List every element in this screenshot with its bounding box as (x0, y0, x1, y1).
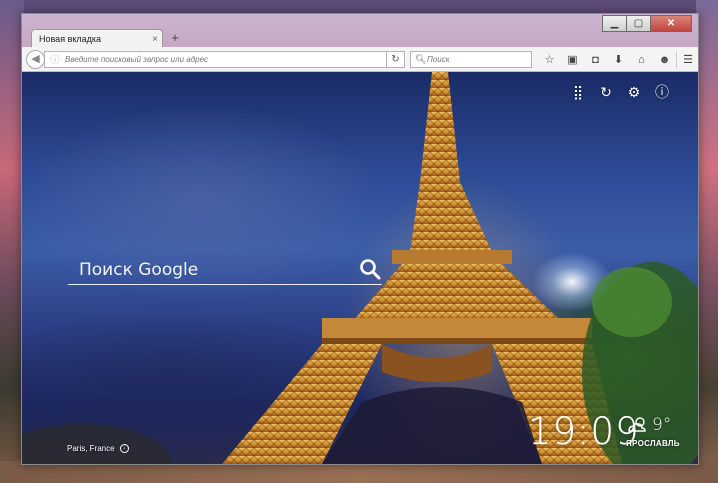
bookmark-star-icon[interactable]: ☆ (538, 51, 561, 68)
maximize-button[interactable]: ▢ (626, 15, 651, 32)
toolbar-icons: ☆ ▣ ◘ ⬇ ⌂ ☻ ☰ (538, 51, 699, 68)
new-tab-button[interactable]: + (168, 30, 182, 46)
search-icon: 🔍︎ (415, 54, 427, 64)
search-bar[interactable]: 🔍︎ (410, 51, 532, 68)
download-icon[interactable]: ⬇ (607, 51, 630, 68)
desktop-background-right (696, 0, 718, 483)
chat-icon[interactable]: ☻ (653, 51, 676, 68)
back-button[interactable]: ◀ (26, 50, 45, 69)
clock: 19:09 (528, 410, 640, 453)
apps-grid-icon[interactable]: ⣿ (564, 83, 592, 101)
close-button[interactable]: ✕ (650, 15, 692, 32)
google-search-input[interactable] (68, 257, 348, 283)
location-info-icon[interactable]: ↓ (119, 444, 129, 453)
home-icon[interactable]: ⌂ (630, 51, 653, 68)
menu-icon[interactable]: ☰ (676, 51, 699, 68)
title-bar: ▁ ▢ ✕ Новая вкладка × + (22, 14, 698, 48)
photo-location[interactable]: Paris, France ↓ (67, 444, 129, 453)
new-tab-page: ⣿ ↻ ⚙ ⓘ Paris, France ↓ 19:09 9° ЯРОСЛАВ… (22, 72, 698, 464)
reading-list-icon[interactable]: ▣ (561, 51, 584, 68)
dashboard-toolbar: ⣿ ↻ ⚙ ⓘ (564, 83, 676, 101)
window-controls: ▁ ▢ ✕ (602, 15, 692, 32)
minimize-icon: ▁ (610, 18, 619, 29)
back-arrow-icon: ◀ (31, 53, 40, 65)
tab-close-icon[interactable]: × (148, 34, 162, 45)
browser-window: ▁ ▢ ✕ Новая вкладка × + ⓘ ◀ ↻ 🔍︎ ☆ ▣ ◘ ⬇… (21, 13, 699, 465)
partly-cloudy-icon (628, 417, 646, 432)
temperature: 9° (652, 415, 672, 435)
info-icon[interactable]: ⓘ (648, 83, 676, 101)
refresh-icon[interactable]: ↻ (592, 83, 620, 101)
navigation-toolbar: ⓘ ◀ ↻ 🔍︎ ☆ ▣ ◘ ⬇ ⌂ ☻ ☰ (22, 47, 698, 72)
reload-icon: ↻ (391, 54, 400, 65)
settings-icon[interactable]: ⚙ (620, 83, 648, 101)
pocket-icon[interactable]: ◘ (584, 51, 607, 68)
maximize-icon: ▢ (633, 18, 644, 29)
google-search-box (68, 255, 382, 285)
close-icon: ✕ (666, 18, 676, 29)
location-label: Paris, France (67, 444, 115, 453)
search-icon[interactable] (358, 257, 382, 281)
site-info-icon[interactable]: ⓘ (45, 53, 65, 66)
reload-button[interactable]: ↻ (386, 51, 405, 68)
tab-new-tab[interactable]: Новая вкладка × (31, 29, 163, 48)
weather-city: ЯРОСЛАВЛЬ (626, 439, 680, 448)
tab-title: Новая вкладка (39, 34, 102, 44)
search-input[interactable] (427, 55, 531, 64)
url-input[interactable] (65, 55, 404, 64)
minimize-button[interactable]: ▁ (602, 15, 627, 32)
url-bar[interactable]: ⓘ (44, 51, 405, 68)
